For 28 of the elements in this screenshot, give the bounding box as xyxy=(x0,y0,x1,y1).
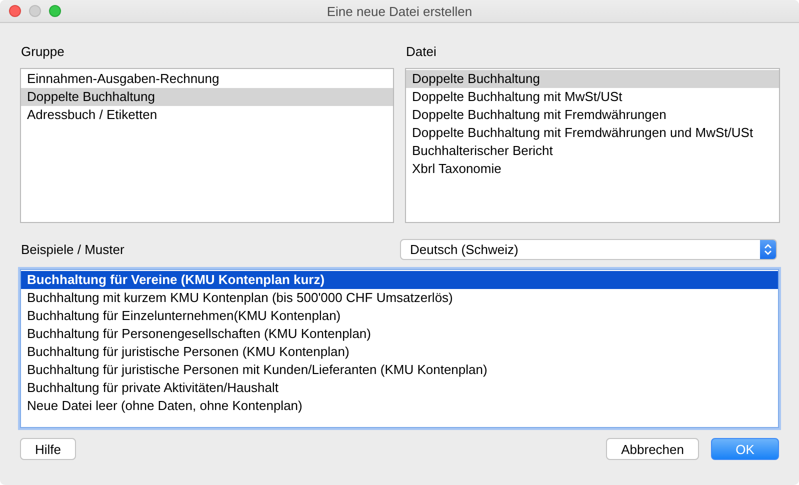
dialog-button[interactable]: Abbrechen xyxy=(606,438,699,460)
examples-list-item[interactable]: Buchhaltung für Personengesellschaften (KMU Kontenplan) xyxy=(21,325,778,343)
examples-list-item[interactable]: Buchhaltung für juristische Personen (KMU Kontenplan) xyxy=(21,343,778,361)
examples-list-item[interactable]: Buchhaltung mit kurzem KMU Kontenplan (bis 500'000 CHF Umsatzerlös) xyxy=(21,289,778,307)
minimize-button[interactable] xyxy=(29,5,41,17)
examples-list-item[interactable]: Buchhaltung für juristische Personen mit Kunden/Lieferanten (KMU Kontenplan) xyxy=(21,361,778,379)
zoom-button[interactable] xyxy=(49,5,61,17)
language-dropdown[interactable]: Deutsch (Schweiz) xyxy=(400,239,777,260)
group-list-item[interactable]: Doppelte Buchhaltung xyxy=(21,88,393,106)
examples-list-item[interactable]: Buchhaltung für Vereine (KMU Kontenplan kurz) xyxy=(21,271,778,289)
group-list-item[interactable]: Adressbuch / Etiketten xyxy=(21,106,393,124)
stepper-icon xyxy=(760,240,776,259)
file-list-item[interactable]: Doppelte Buchhaltung mit Fremdwährungen und MwSt/USt xyxy=(406,124,779,142)
file-list-item[interactable]: Doppelte Buchhaltung mit MwSt/USt xyxy=(406,88,779,106)
examples-list-item[interactable]: Neue Datei leer (ohne Daten, ohne Kontenplan) xyxy=(21,397,778,415)
dialog-button[interactable]: Hilfe xyxy=(20,438,76,460)
file-list-item[interactable]: Xbrl Taxonomie xyxy=(406,160,779,178)
file-list-item[interactable]: Buchhalterischer Bericht xyxy=(406,142,779,160)
group-list-item[interactable]: Einnahmen-Ausgaben-Rechnung xyxy=(21,70,393,88)
window-title: Eine neue Datei erstellen xyxy=(326,4,472,18)
file-label: Datei xyxy=(405,43,438,61)
group-label: Gruppe xyxy=(20,43,66,61)
file-list-item[interactable]: Doppelte Buchhaltung xyxy=(406,70,779,88)
examples-label: Beispiele / Muster xyxy=(20,242,124,257)
examples-list-item[interactable]: Buchhaltung für Einzelunternehmen(KMU Kontenplan) xyxy=(21,307,778,325)
examples-list-item[interactable]: Buchhaltung für private Aktivitäten/Haushalt xyxy=(21,379,778,397)
close-button[interactable] xyxy=(9,5,21,17)
file-list-item[interactable]: Doppelte Buchhaltung mit Fremdwährungen xyxy=(406,106,779,124)
